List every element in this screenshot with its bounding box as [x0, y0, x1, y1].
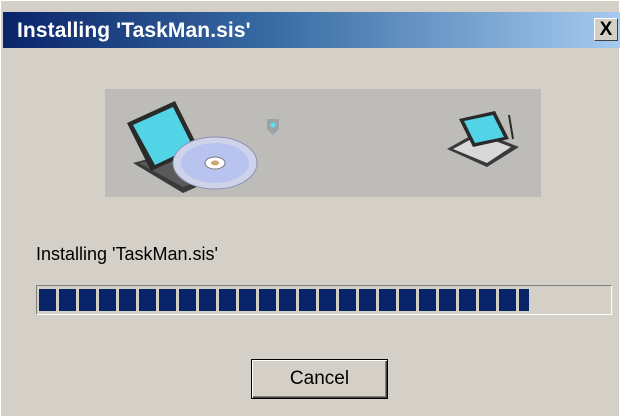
window-title: Installing 'TaskMan.sis': [17, 19, 251, 42]
install-dialog: Installing 'TaskMan.sis' X Installing 'T…: [0, 0, 620, 416]
install-status-text: Installing 'TaskMan.sis': [36, 244, 218, 264]
install-progress-bar: [36, 285, 612, 315]
laptop-with-cd-icon: [127, 101, 258, 193]
transfer-arrow-icon: [267, 119, 279, 135]
title-bar[interactable]: Installing 'TaskMan.sis' X: [3, 12, 620, 48]
progress-fill: [39, 289, 530, 311]
install-banner: [105, 89, 541, 197]
handheld-device-icon: [447, 111, 519, 167]
close-button[interactable]: X: [594, 18, 618, 41]
cancel-button[interactable]: Cancel: [251, 359, 388, 399]
